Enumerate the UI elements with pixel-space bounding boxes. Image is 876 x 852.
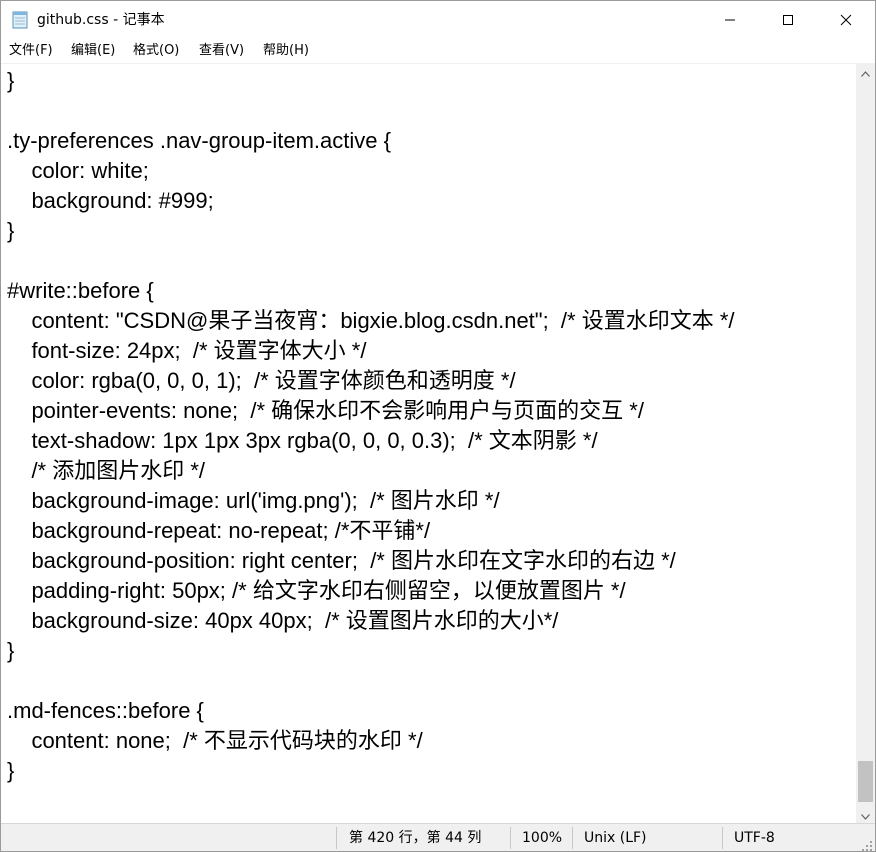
code-line: background: #999; <box>7 188 214 213</box>
chevron-up-icon <box>861 62 870 81</box>
code-line: text-shadow: 1px 1px 3px rgba(0, 0, 0, 0… <box>7 428 598 453</box>
maximize-button[interactable] <box>759 1 817 39</box>
code-line: /* 添加图片水印 */ <box>7 458 206 483</box>
menu-bar: 文件(F) 编辑(E) 格式(O) 查看(V) 帮助(H) <box>1 39 875 63</box>
code-line: background-image: url('img.png'); /* 图片水… <box>7 488 500 513</box>
title-bar[interactable]: github.css - 记事本 <box>1 1 875 39</box>
code-line: } <box>7 638 15 663</box>
status-line-ending: Unix (LF) <box>584 830 647 846</box>
code-line: pointer-events: none; /* 确保水印不会影响用户与页面的交… <box>7 398 644 423</box>
minimize-icon <box>724 11 736 30</box>
chevron-down-icon <box>861 805 870 824</box>
code-line: padding-right: 50px; /* 给文字水印右侧留空，以便放置图片… <box>7 578 626 603</box>
status-zoom: 100% <box>522 830 563 846</box>
code-line: } <box>7 218 15 243</box>
code-line: background-size: 40px 40px; /* 设置图片水印的大小… <box>7 608 559 633</box>
code-line: content: none; /* 不显示代码块的水印 */ <box>7 728 423 753</box>
close-icon <box>840 11 852 30</box>
text-editor[interactable]: } .ty-preferences .nav-group-item.active… <box>1 63 856 823</box>
menu-file[interactable]: 文件(F) <box>7 41 55 61</box>
scroll-up-button[interactable] <box>856 63 875 80</box>
menu-help[interactable]: 帮助(H) <box>261 41 311 61</box>
status-separator <box>722 827 723 849</box>
menu-view[interactable]: 查看(V) <box>197 41 246 61</box>
code-line: #write::before { <box>7 278 154 303</box>
code-line: background-repeat: no-repeat; /*不平铺*/ <box>7 518 431 543</box>
maximize-icon <box>782 11 794 30</box>
resize-grip-icon[interactable] <box>861 837 873 851</box>
status-encoding: UTF-8 <box>734 830 775 846</box>
minimize-button[interactable] <box>701 1 759 39</box>
window-title: github.css - 记事本 <box>37 12 165 28</box>
code-line: color: white; <box>7 158 149 183</box>
menu-edit[interactable]: 编辑(E) <box>69 41 117 61</box>
code-line: background-position: right center; /* 图片… <box>7 548 676 573</box>
code-line: color: rgba(0, 0, 0, 1); /* 设置字体颜色和透明度 *… <box>7 368 516 393</box>
code-line: content: "CSDN@果子当夜宵：bigxie.blog.csdn.ne… <box>7 308 735 333</box>
code-line: .ty-preferences .nav-group-item.active { <box>7 128 391 153</box>
close-button[interactable] <box>817 1 875 39</box>
vertical-scrollbar[interactable] <box>856 63 875 823</box>
status-separator <box>510 827 511 849</box>
code-line: font-size: 24px; /* 设置字体大小 */ <box>7 338 367 363</box>
code-line: } <box>7 68 15 93</box>
scroll-thumb[interactable] <box>858 761 873 802</box>
menu-format[interactable]: 格式(O) <box>131 41 181 61</box>
code-line: .md-fences::before { <box>7 698 204 723</box>
status-separator <box>572 827 573 849</box>
notepad-icon <box>12 10 28 29</box>
status-separator <box>336 827 337 849</box>
status-cursor-position: 第 420 行，第 44 列 <box>349 830 482 846</box>
notepad-window: github.css - 记事本 文件(F) 编辑(E) 格式(O) 查看(V)… <box>0 0 876 852</box>
code-line: } <box>7 758 15 783</box>
status-bar: 第 420 行，第 44 列 100% Unix (LF) UTF-8 <box>1 823 875 851</box>
scroll-down-button[interactable] <box>856 806 875 823</box>
